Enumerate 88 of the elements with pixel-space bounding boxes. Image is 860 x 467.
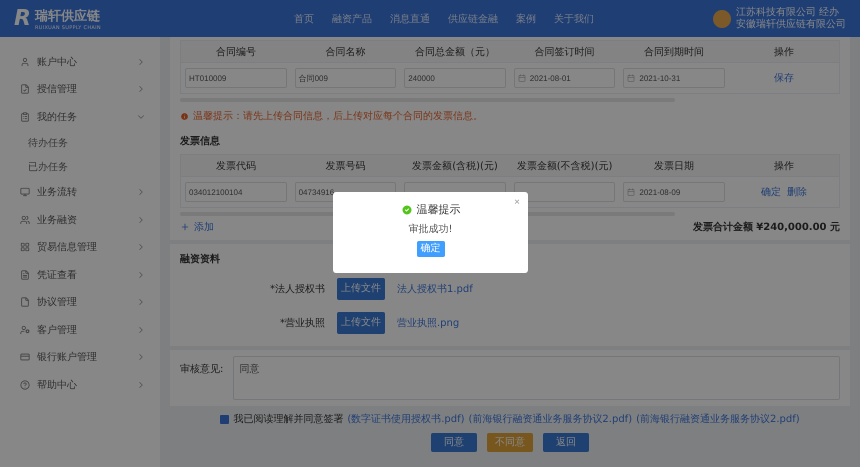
sidebar-item[interactable]: 帮助中心 bbox=[0, 371, 160, 398]
upload-button[interactable]: 上传文件 bbox=[337, 278, 385, 300]
menu-icon bbox=[20, 270, 30, 280]
date-field[interactable]: 2021-10-31 bbox=[623, 68, 725, 88]
section-title: 发票信息 bbox=[180, 134, 220, 149]
input-field[interactable]: 240000 bbox=[404, 68, 506, 88]
nav-link[interactable]: 供应链金融 bbox=[448, 12, 498, 26]
avatar[interactable] bbox=[713, 10, 731, 28]
sidebar-item[interactable]: 协议管理 bbox=[0, 288, 160, 316]
column-header: 合同到期时间 bbox=[619, 41, 729, 63]
menu-icon bbox=[20, 324, 30, 335]
menu-icon bbox=[20, 242, 30, 252]
column-header: 合同编号 bbox=[181, 41, 291, 63]
document-link[interactable]: (前海银行融资通业务服务协议2.pdf) bbox=[636, 412, 800, 426]
menu-icon bbox=[20, 187, 30, 198]
menu-icon bbox=[20, 214, 30, 225]
checkbox[interactable] bbox=[220, 414, 230, 424]
dialog-message: 审批成功! bbox=[408, 222, 452, 236]
confirm-button[interactable]: 确定 bbox=[416, 241, 444, 257]
sidebar-item[interactable]: 业务流转 bbox=[0, 178, 160, 206]
sidebar-item[interactable]: 我的任务 bbox=[0, 103, 160, 130]
calendar-icon bbox=[518, 74, 526, 82]
column-header: 发票代码 bbox=[181, 155, 291, 177]
action-button[interactable]: 同意 bbox=[431, 433, 477, 452]
company-name: 安徽瑞轩供应链有限公司 bbox=[736, 18, 846, 30]
column-header: 合同签订时间 bbox=[510, 41, 620, 63]
add-link[interactable]: 添加 bbox=[180, 220, 214, 234]
date-field[interactable]: 2021-08-01 bbox=[514, 68, 616, 88]
file-link[interactable]: 法人授权书1.pdf bbox=[397, 282, 473, 296]
input-field[interactable]: 034012100104 bbox=[185, 182, 287, 202]
sidebar-item[interactable]: 贸易信息管理 bbox=[0, 234, 160, 261]
file-link[interactable]: 营业执照.png bbox=[397, 316, 460, 330]
action-link[interactable]: 删除 bbox=[786, 185, 807, 199]
sidebar-item[interactable]: 凭证查看 bbox=[0, 261, 160, 288]
input-field[interactable]: 合同009 bbox=[294, 68, 396, 88]
sidebar-item[interactable]: 银行账户管理 bbox=[0, 344, 160, 371]
nav-link[interactable]: 融资产品 bbox=[332, 12, 372, 26]
section-title: 融资资料 bbox=[180, 252, 220, 267]
column-header: 发票金额(不含税)(元) bbox=[510, 155, 620, 177]
calendar-icon bbox=[627, 188, 636, 196]
plus-icon bbox=[180, 222, 190, 232]
upload-button[interactable]: 上传文件 bbox=[337, 312, 385, 334]
calendar-icon bbox=[627, 74, 636, 82]
nav-link[interactable]: 消息直通 bbox=[390, 12, 430, 26]
menu-icon bbox=[20, 112, 30, 122]
field-label: *法人授权书 bbox=[269, 282, 325, 296]
menu-icon bbox=[20, 380, 30, 390]
close-button[interactable]: × bbox=[514, 197, 520, 208]
user-name: 江苏科技有限公司 经办 bbox=[736, 6, 840, 18]
menu-icon bbox=[20, 56, 30, 67]
field-label: *营业执照 bbox=[279, 316, 325, 330]
action-link[interactable]: 保存 bbox=[774, 71, 794, 85]
sidebar-item[interactable]: 业务融资 bbox=[0, 206, 160, 234]
menu-icon bbox=[20, 84, 30, 94]
field-label: 审核意见: bbox=[180, 362, 224, 376]
nav-link[interactable]: 首页 bbox=[294, 12, 314, 26]
column-header: 合同名称 bbox=[290, 41, 400, 63]
action-button[interactable]: 不同意 bbox=[487, 433, 533, 452]
action-link[interactable]: 确定 bbox=[760, 185, 781, 199]
column-header: 合同总金额（元） bbox=[400, 41, 510, 63]
date-field[interactable]: 2021-08-09 bbox=[623, 182, 725, 202]
document-link[interactable]: (数字证书使用授权书.pdf) bbox=[347, 412, 465, 426]
column-header: 发票号码 bbox=[290, 155, 400, 177]
dialog-title: 温馨提示 bbox=[416, 202, 460, 217]
column-header: 发票金额(含税)(元) bbox=[400, 155, 510, 177]
logo-name: 瑞轩供应链 bbox=[34, 8, 101, 24]
sidebar-subitem[interactable]: 待办任务 bbox=[0, 130, 160, 154]
invoice-total: 发票合计金额 ¥240,000.00 元 bbox=[692, 220, 840, 234]
comment-box[interactable]: 同意 bbox=[233, 356, 840, 400]
success-icon bbox=[400, 204, 412, 216]
document-link[interactable]: (前海银行融资通业务服务协议2.pdf) bbox=[468, 412, 632, 426]
input-field[interactable]: HT010009 bbox=[185, 68, 287, 88]
nav-link[interactable]: 案例 bbox=[516, 12, 536, 26]
warning-icon bbox=[180, 112, 189, 120]
action-button[interactable]: 返回 bbox=[543, 433, 589, 452]
nav-link[interactable]: 关于我们 bbox=[554, 12, 594, 26]
sidebar-item[interactable]: 账户中心 bbox=[0, 48, 160, 76]
menu-icon bbox=[20, 352, 30, 362]
menu-icon bbox=[20, 297, 30, 308]
logo-mark: R bbox=[14, 6, 31, 31]
column-header: 发票日期 bbox=[619, 155, 729, 177]
sidebar-item[interactable]: 授信管理 bbox=[0, 76, 160, 103]
sidebar-subitem[interactable]: 已办任务 bbox=[0, 154, 160, 178]
sidebar-item[interactable]: 客户管理 bbox=[0, 316, 160, 344]
warning-text: 温馨提示：请先上传合同信息，后上传对应每个合同的发票信息。 bbox=[193, 110, 483, 123]
column-header: 操作 bbox=[728, 155, 839, 177]
agreement-text: 我已阅读理解并同意签署 bbox=[233, 412, 344, 426]
column-header: 操作 bbox=[728, 41, 839, 63]
